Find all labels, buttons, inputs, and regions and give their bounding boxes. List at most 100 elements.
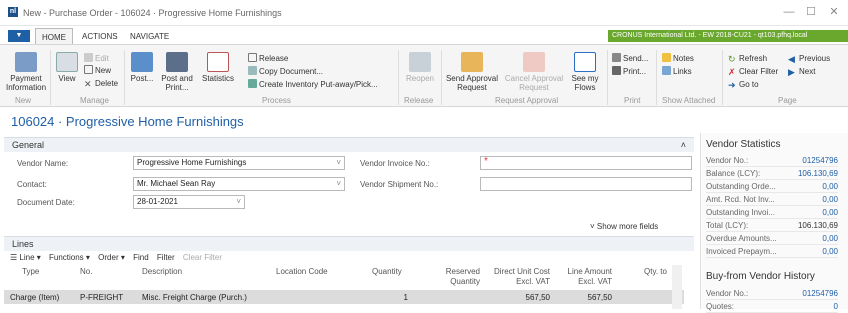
previous-icon: ◀: [788, 54, 795, 64]
copy-document-button[interactable]: Copy Document...: [248, 66, 323, 77]
order-menu[interactable]: Order ▾: [98, 253, 125, 262]
send-approval-button[interactable]: Send Approval Request: [444, 52, 500, 92]
window-title: New - Purchase Order - 106024 · Progress…: [23, 8, 282, 18]
group-label-manage: Manage: [80, 96, 109, 105]
cell-quantity[interactable]: 1: [380, 293, 408, 302]
column-header-reserved[interactable]: Reserved Quantity: [438, 267, 480, 287]
send-button[interactable]: Send...: [612, 53, 648, 64]
previous-button[interactable]: ◀ Previous: [788, 53, 830, 64]
chevron-down-icon: ˅: [336, 158, 341, 167]
tab-navigate[interactable]: NAVIGATE: [130, 32, 169, 41]
cell-line-amount[interactable]: 567,50: [560, 293, 612, 302]
cell-description[interactable]: Misc. Freight Charge (Purch.): [142, 293, 247, 302]
general-header-label: General: [12, 140, 45, 150]
contact-label: Contact:: [17, 180, 47, 189]
lines-section-header[interactable]: Lines: [4, 236, 694, 251]
required-marker: *: [484, 156, 488, 167]
cell-no[interactable]: P-FREIGHT: [80, 293, 123, 302]
reopen-icon: [409, 52, 431, 72]
statistics-button[interactable]: Statistics: [200, 52, 236, 83]
column-header-type[interactable]: Type: [22, 267, 39, 277]
print-button[interactable]: Print...: [612, 66, 646, 77]
general-section-header[interactable]: General ˄: [4, 137, 694, 152]
edit-button[interactable]: Edit: [84, 53, 109, 64]
column-header-no[interactable]: No.: [80, 267, 92, 277]
document-date-label: Document Date:: [17, 198, 75, 207]
factbox-row: Vendor No.: 01254796: [706, 156, 838, 167]
create-inventory-button[interactable]: Create Inventory Put-away/Pick...: [248, 79, 378, 90]
column-header-unit-cost[interactable]: Direct Unit Cost Excl. VAT: [488, 267, 550, 287]
reopen-button[interactable]: Reopen: [402, 52, 438, 83]
lines-scrollbar[interactable]: [672, 265, 682, 309]
vendor-name-field[interactable]: Progressive Home Furnishings ˅: [133, 156, 345, 170]
clear-filter-lines-button[interactable]: Clear Filter: [183, 253, 222, 262]
view-button[interactable]: View: [55, 52, 79, 83]
title-bar: nl New - Purchase Order - 106024 · Progr…: [0, 0, 848, 26]
ribbon-separator: [607, 50, 608, 105]
clear-filter-icon: ✗: [728, 67, 736, 77]
new-doc-icon: [84, 65, 93, 74]
post-button[interactable]: Post...: [130, 52, 154, 83]
refresh-button[interactable]: ↻ Refresh: [728, 53, 767, 64]
vendor-invoice-label: Vendor Invoice No.:: [360, 159, 430, 168]
maximize-button[interactable]: ☐: [800, 4, 822, 20]
collapse-icon[interactable]: ˄: [681, 138, 686, 152]
filter-button[interactable]: Filter: [157, 253, 175, 262]
factbox-row: Quotes: 0: [706, 302, 838, 313]
column-header-line-amount[interactable]: Line Amount Excl. VAT: [556, 267, 612, 287]
release-button[interactable]: Release: [248, 53, 288, 64]
send-icon: [612, 53, 621, 62]
post-icon: [131, 52, 153, 72]
group-label-show-attached: Show Attached: [662, 96, 716, 105]
links-icon: [662, 66, 671, 75]
vendor-statistics-title[interactable]: Vendor Statistics: [706, 139, 780, 150]
statistics-icon: [207, 52, 229, 72]
cancel-approval-button[interactable]: Cancel Approval Request: [504, 52, 564, 92]
notes-button[interactable]: Notes: [662, 53, 694, 64]
ribbon-separator: [722, 50, 723, 105]
vendor-shipment-label: Vendor Shipment No.:: [360, 180, 439, 189]
tab-home[interactable]: HOME: [35, 28, 73, 45]
close-button[interactable]: ✕: [823, 4, 845, 20]
ribbon-separator: [398, 50, 399, 105]
app-menu-button[interactable]: ▼: [8, 30, 30, 42]
vendor-history-title[interactable]: Buy-from Vendor History: [706, 271, 815, 282]
vendor-name-label: Vendor Name:: [17, 159, 69, 168]
go-to-button[interactable]: ➜ Go to: [728, 79, 759, 90]
see-my-flows-button[interactable]: See my Flows: [568, 52, 602, 92]
group-label-request-approval: Request Approval: [495, 96, 559, 105]
factbox-row: Balance (LCY): 106.130,69: [706, 169, 838, 180]
payment-information-button[interactable]: Payment Information: [6, 52, 46, 92]
vendor-invoice-field[interactable]: *: [480, 156, 692, 170]
refresh-icon: ↻: [728, 54, 736, 64]
column-header-quantity[interactable]: Quantity: [372, 267, 402, 277]
page-title: 106024 · Progressive Home Furnishings: [11, 114, 244, 129]
notes-icon: [662, 53, 671, 62]
lines-header-label: Lines: [12, 239, 34, 249]
column-header-description[interactable]: Description: [142, 267, 182, 277]
functions-menu[interactable]: Functions ▾: [49, 253, 90, 262]
tab-actions[interactable]: ACTIONS: [82, 32, 118, 41]
cell-type[interactable]: Charge (Item): [10, 293, 59, 302]
minimize-button[interactable]: —: [778, 4, 800, 20]
line-menu[interactable]: ☰ Line ▾: [10, 253, 41, 262]
find-button[interactable]: Find: [133, 253, 149, 262]
contact-field[interactable]: Mr. Michael Sean Ray ˅: [133, 177, 345, 191]
links-button[interactable]: Links: [662, 66, 692, 77]
document-date-field[interactable]: 28-01-2021 ˅: [133, 195, 245, 209]
show-more-fields-button[interactable]: ˅ Show more fields: [590, 222, 658, 231]
vendor-shipment-field[interactable]: [480, 177, 692, 191]
post-and-print-button[interactable]: Post and Print...: [157, 52, 197, 92]
cell-unit-cost[interactable]: 567,50: [500, 293, 550, 302]
next-button[interactable]: ▶ Next: [788, 66, 815, 77]
delete-button[interactable]: ✕ Delete: [84, 78, 118, 89]
clear-filter-button[interactable]: ✗ Clear Filter: [728, 66, 778, 77]
column-header-location[interactable]: Location Code: [276, 267, 336, 277]
factbox-row: Outstanding Orde... 0,00: [706, 182, 838, 193]
view-icon: [56, 52, 78, 72]
column-header-qty-to[interactable]: Qty. to: [644, 267, 667, 277]
next-icon: ▶: [788, 67, 795, 77]
new-button[interactable]: New: [84, 65, 111, 76]
pencil-icon: [84, 53, 93, 62]
lines-toolbar: ☰ Line ▾ Functions ▾ Order ▾ Find Filter…: [10, 253, 228, 262]
